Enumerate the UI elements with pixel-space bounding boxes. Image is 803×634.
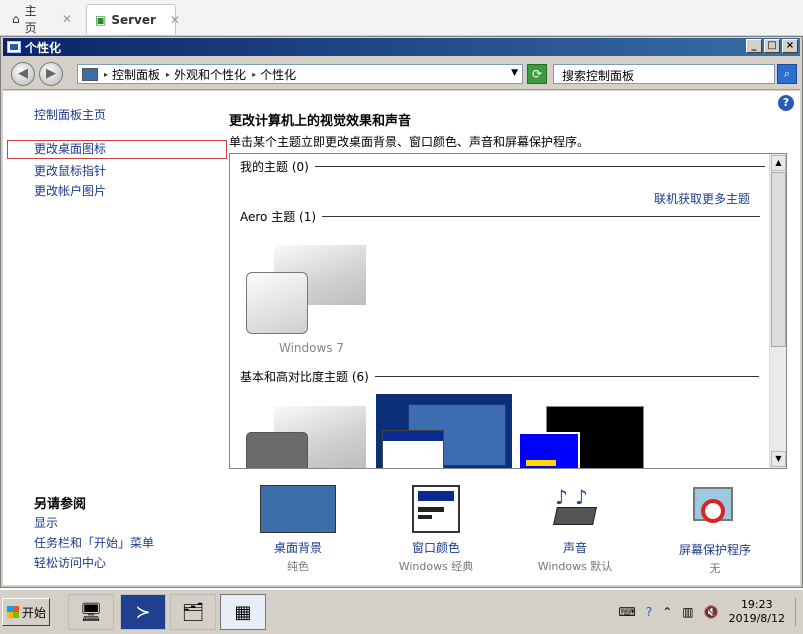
theme-classic-selected[interactable]: [376, 394, 512, 468]
chevron-down-icon[interactable]: ▼: [511, 68, 518, 78]
chevron-up-icon[interactable]: ⌃: [662, 605, 672, 619]
close-button[interactable]: ×: [782, 39, 798, 53]
tile-value: Windows 经典: [398, 560, 474, 573]
start-label: 开始: [22, 605, 47, 620]
window-title: 个性化: [25, 40, 62, 55]
search-input[interactable]: 搜索控制面板: [553, 64, 775, 84]
tile-label[interactable]: 屏幕保护程序: [655, 541, 775, 558]
sound-icon: ♪ ♪: [547, 485, 603, 533]
content-area: ? 控制面板主页 更改桌面图标 更改鼠标指针 更改帐户图片 另请参阅 显示 任务…: [3, 91, 800, 585]
forward-arrow-icon[interactable]: ▶: [39, 62, 63, 86]
refresh-icon[interactable]: ⟳: [527, 64, 547, 84]
minimize-button[interactable]: _: [746, 39, 762, 53]
chevron-right-icon: ▸: [252, 69, 257, 79]
sidebar-link-mouse-pointers[interactable]: 更改鼠标指针: [34, 162, 106, 179]
tile-label[interactable]: 声音: [515, 539, 635, 556]
breadcrumb-personalization[interactable]: 个性化: [260, 66, 296, 83]
windows-logo-icon: [7, 606, 19, 618]
close-icon[interactable]: ✕: [170, 13, 180, 27]
breadcrumb-appearance[interactable]: 外观和个性化: [174, 66, 246, 83]
help-tray-icon[interactable]: ?: [646, 605, 652, 619]
server-manager-icon[interactable]: 🖥: [68, 594, 114, 630]
navigation-bar: ◀ ▶ ▸ 控制面板 ▸ 外观和个性化 ▸ 个性化 ▼ ⟳ 搜索控制面板 ⌕: [3, 58, 800, 90]
sidebar-home-link[interactable]: 控制面板主页: [34, 106, 106, 123]
chevron-right-icon: ▸: [104, 69, 109, 79]
tile-screensaver[interactable]: 屏幕保护程序 无: [655, 485, 775, 576]
tile-label[interactable]: 窗口颜色: [376, 539, 496, 556]
close-icon[interactable]: ✕: [62, 12, 72, 26]
show-desktop-icon[interactable]: [795, 598, 801, 626]
tile-window-color[interactable]: 窗口颜色 Windows 经典: [376, 485, 496, 574]
scroll-up-icon[interactable]: ▲: [771, 155, 786, 171]
address-bar[interactable]: ▸ 控制面板 ▸ 外观和个性化 ▸ 个性化 ▼: [77, 64, 523, 84]
sidebar-link-desktop-icons[interactable]: 更改桌面图标: [7, 140, 227, 159]
powershell-icon[interactable]: ≻: [120, 594, 166, 630]
tab-server[interactable]: ▣ Server ✕: [86, 4, 180, 34]
tab-home[interactable]: ⌂ 主页 ✕: [4, 4, 80, 35]
theme-classic-window: [382, 430, 444, 468]
vm-icon: ▣: [95, 12, 107, 27]
section-my-themes: 我的主题 (0): [240, 158, 765, 175]
personalization-window: 个性化 _ □ × ◀ ▶ ▸ 控制面板 ▸ 外观和个性化 ▸ 个性化 ▼ ⟳ …: [0, 36, 803, 588]
back-arrow-icon[interactable]: ◀: [11, 62, 35, 86]
section-aero: Aero 主题 (1): [240, 208, 761, 225]
system-tray: ⌨ ? ⌃ ▥ 🔇 19:23 2019/8/12: [619, 596, 801, 628]
scroll-thumb[interactable]: [771, 172, 786, 347]
divider: [322, 216, 761, 217]
sidebar: 控制面板主页 更改桌面图标 更改鼠标指针 更改帐户图片 另请参阅 显示 任务栏和…: [3, 91, 229, 585]
theme-list: 我的主题 (0) 联机获取更多主题 Aero 主题 (1) Windows 7 …: [229, 153, 787, 469]
get-more-themes-link[interactable]: 联机获取更多主题: [654, 190, 750, 207]
help-icon[interactable]: ?: [778, 95, 794, 111]
divider: [374, 376, 759, 377]
clock[interactable]: 19:23 2019/8/12: [729, 598, 785, 626]
keyboard-icon[interactable]: ⌨: [619, 605, 636, 619]
see-also-display[interactable]: 显示: [34, 514, 58, 531]
divider: [314, 166, 765, 167]
see-also-title: 另请参阅: [34, 497, 87, 512]
sidebar-link-account-picture[interactable]: 更改帐户图片: [34, 182, 106, 199]
tile-value: 无: [709, 562, 721, 575]
section-basic-label: 基本和高对比度主题 (6): [240, 370, 369, 384]
explorer-folder-icon[interactable]: 🗂: [170, 594, 216, 630]
volume-icon[interactable]: 🔇: [704, 605, 719, 619]
tile-value: 纯色: [287, 560, 309, 573]
vertical-scrollbar[interactable]: ▲ ▼: [769, 154, 786, 468]
clock-date: 2019/8/12: [728, 612, 785, 625]
clock-time: 19:23: [740, 598, 773, 611]
page-subtitle: 单击某个主题立即更改桌面背景、窗口颜色、声音和屏幕保护程序。: [229, 135, 590, 149]
window-color-icon: [412, 485, 460, 533]
theme-windows7-label[interactable]: Windows 7: [279, 341, 344, 355]
theme-basic-window[interactable]: [246, 432, 308, 468]
theme-windows7-window[interactable]: [246, 272, 308, 334]
home-icon: ⌂: [12, 12, 20, 26]
maximize-button[interactable]: □: [764, 39, 780, 53]
theme-high-contrast-window[interactable]: [518, 432, 580, 468]
see-also-taskbar[interactable]: 任务栏和「开始」菜单: [34, 534, 154, 551]
section-basic: 基本和高对比度主题 (6): [240, 368, 759, 385]
section-my-themes-label: 我的主题 (0): [240, 160, 309, 174]
tab-strip: ⌂ 主页 ✕ ▣ Server ✕: [0, 0, 803, 36]
tab-home-label: 主页: [24, 4, 37, 35]
control-panel-taskbar-icon[interactable]: ▦: [220, 594, 266, 630]
scroll-down-icon[interactable]: ▼: [771, 451, 786, 467]
chevron-right-icon: ▸: [166, 69, 171, 79]
screensaver-icon: [689, 485, 741, 535]
monitor-icon: [82, 67, 98, 81]
tile-value: Windows 默认: [537, 560, 613, 573]
tile-sound[interactable]: ♪ ♪ 声音 Windows 默认: [515, 485, 635, 574]
tile-label[interactable]: 桌面背景: [238, 539, 358, 556]
page-title: 更改计算机上的视觉效果和声音: [229, 114, 412, 129]
breadcrumb-control-panel[interactable]: 控制面板: [112, 66, 160, 83]
section-aero-label: Aero 主题 (1): [240, 210, 317, 224]
title-bar[interactable]: 个性化 _ □ ×: [3, 38, 800, 56]
control-panel-icon: [7, 41, 21, 53]
search-icon[interactable]: ⌕: [777, 64, 797, 84]
taskbar: 开始 🖥 ≻ 🗂 ▦ ⌨ ? ⌃ ▥ 🔇 19:23 2019/8/12: [0, 588, 803, 634]
start-button[interactable]: 开始: [2, 598, 50, 626]
network-icon[interactable]: ▥: [682, 605, 693, 619]
see-also-ease-of-access[interactable]: 轻松访问中心: [34, 554, 106, 571]
tab-server-label: Server: [111, 12, 156, 27]
tile-desktop-background[interactable]: 桌面背景 纯色: [238, 485, 358, 574]
desktop-background-icon: [260, 485, 336, 533]
